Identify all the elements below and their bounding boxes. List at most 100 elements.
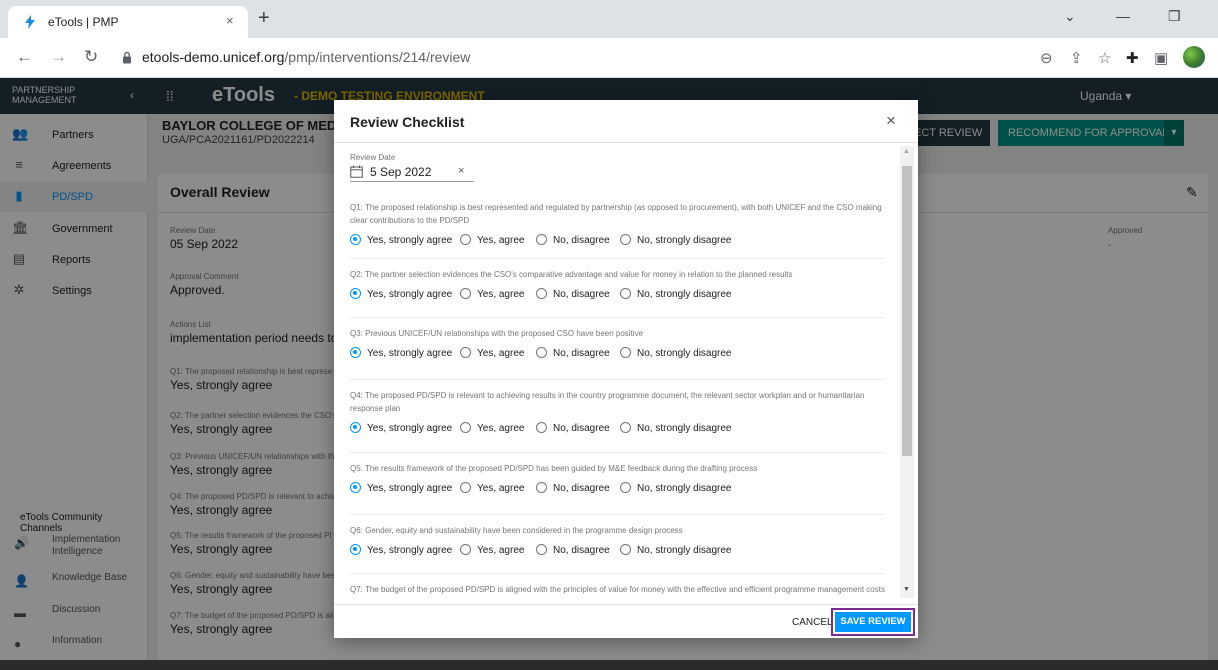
profile-avatar[interactable] (1183, 46, 1205, 68)
radio-option[interactable]: Yes, strongly agree (350, 288, 452, 302)
radio-button[interactable] (620, 288, 631, 299)
radio-label: Yes, strongly agree (367, 348, 453, 359)
radio-button[interactable] (350, 288, 361, 299)
new-tab-button[interactable]: + (258, 7, 270, 30)
radio-button[interactable] (460, 482, 471, 493)
radio-button[interactable] (460, 347, 471, 358)
clear-date-icon[interactable]: × (458, 165, 464, 177)
dialog-scrollbar[interactable]: ▲ ▼ (900, 146, 914, 598)
divider (334, 604, 918, 605)
radio-label: Yes, strongly agree (367, 483, 453, 494)
radio-option[interactable]: Yes, strongly agree (350, 482, 452, 496)
url-field[interactable]: etools-demo.unicef.org/pmp/interventions… (142, 49, 470, 65)
save-review-button[interactable]: SAVE REVIEW (831, 608, 915, 636)
radio-option[interactable]: Yes, agree (460, 288, 524, 302)
radio-option[interactable]: No, strongly disagree (620, 234, 732, 248)
radio-option[interactable]: Yes, agree (460, 234, 524, 248)
forward-icon[interactable]: → (50, 47, 67, 67)
radio-label: No, strongly disagree (637, 545, 732, 556)
tab-search-icon[interactable]: ⌄ (1064, 8, 1076, 25)
radio-button[interactable] (536, 288, 547, 299)
zoom-icon[interactable]: ⊖ (1040, 49, 1053, 67)
radio-button[interactable] (620, 234, 631, 245)
radio-option[interactable]: No, strongly disagree (620, 288, 732, 302)
radio-label: Yes, agree (477, 235, 525, 246)
review-date-label: Review Date (350, 153, 396, 162)
radio-label: Yes, strongly agree (367, 545, 453, 556)
review-date-value: 5 Sep 2022 (370, 165, 432, 179)
radio-button[interactable] (536, 422, 547, 433)
radio-option[interactable]: No, strongly disagree (620, 482, 732, 496)
radio-button[interactable] (350, 482, 361, 493)
checklist-question: Q2: The partner selection evidences the … (350, 268, 886, 304)
radio-label: No, strongly disagree (637, 423, 732, 434)
radio-button[interactable] (620, 544, 631, 555)
minimize-icon[interactable]: — (1116, 8, 1130, 24)
radio-button[interactable] (350, 544, 361, 555)
radio-button[interactable] (536, 482, 547, 493)
radio-option[interactable]: Yes, strongly agree (350, 422, 452, 436)
etools-favicon-icon (25, 15, 35, 29)
radio-button[interactable] (350, 234, 361, 245)
checklist-question: Q1: The proposed relationship is best re… (350, 201, 886, 250)
radio-option[interactable]: No, disagree (536, 288, 610, 302)
radio-button[interactable] (620, 482, 631, 493)
radio-button[interactable] (350, 422, 361, 433)
radio-option[interactable]: No, disagree (536, 234, 610, 248)
radio-button[interactable] (620, 347, 631, 358)
radio-button[interactable] (536, 544, 547, 555)
question-divider (350, 452, 884, 453)
question-text: Q6: Gender, equity and sustainability ha… (350, 526, 683, 535)
radio-option[interactable]: No, strongly disagree (620, 544, 732, 558)
radio-option[interactable]: Yes, agree (460, 422, 524, 436)
reload-icon[interactable]: ↻ (84, 47, 98, 67)
question-divider (350, 317, 884, 318)
radio-option[interactable]: Yes, agree (460, 544, 524, 558)
radio-button[interactable] (460, 288, 471, 299)
radio-label: No, strongly disagree (637, 289, 732, 300)
close-icon[interactable]: × (886, 111, 896, 131)
restore-icon[interactable]: ❐ (1168, 8, 1181, 25)
radio-option[interactable]: Yes, agree (460, 347, 524, 361)
scrollbar-thumb[interactable] (902, 166, 912, 456)
radio-group: Yes, strongly agree Yes, agree No, disagre… (350, 288, 886, 304)
radio-button[interactable] (620, 422, 631, 433)
side-panel-icon[interactable]: ▣ (1154, 49, 1168, 67)
radio-option[interactable]: No, disagree (536, 347, 610, 361)
review-checklist-dialog: Review Checklist × Review Date 5 Sep 202… (334, 100, 918, 638)
radio-option[interactable]: Yes, strongly agree (350, 234, 452, 248)
question-text: Q4: The proposed PD/SPD is relevant to a… (350, 391, 865, 413)
radio-option[interactable]: No, disagree (536, 544, 610, 558)
radio-option[interactable]: No, strongly disagree (620, 422, 732, 436)
bookmark-star-icon[interactable]: ☆ (1098, 49, 1111, 67)
radio-option[interactable]: No, disagree (536, 482, 610, 496)
radio-button[interactable] (460, 234, 471, 245)
share-icon[interactable]: ⇪ (1070, 49, 1083, 67)
radio-button[interactable] (536, 347, 547, 358)
review-date-field[interactable]: 5 Sep 2022 × (350, 164, 474, 182)
scroll-down-icon[interactable]: ▼ (903, 586, 910, 593)
radio-button[interactable] (536, 234, 547, 245)
scroll-up-icon[interactable]: ▲ (903, 148, 910, 155)
radio-option[interactable]: No, strongly disagree (620, 347, 732, 361)
radio-button[interactable] (350, 347, 361, 358)
radio-label: Yes, agree (477, 545, 525, 556)
radio-option[interactable]: Yes, strongly agree (350, 544, 452, 558)
lock-icon[interactable] (122, 51, 132, 64)
radio-button[interactable] (460, 422, 471, 433)
radio-option[interactable]: Yes, strongly agree (350, 347, 452, 361)
radio-button[interactable] (460, 544, 471, 555)
question-divider (350, 379, 884, 380)
calendar-icon[interactable] (350, 165, 363, 178)
radio-group: Yes, strongly agree Yes, agree No, disagre… (350, 482, 886, 498)
browser-tab[interactable]: eTools | PMP × (8, 6, 248, 38)
question-text: Q2: The partner selection evidences the … (350, 270, 793, 279)
back-icon[interactable]: ← (16, 47, 33, 67)
cancel-button[interactable]: CANCEL (792, 617, 833, 628)
tab-close-icon[interactable]: × (226, 13, 234, 28)
radio-option[interactable]: No, disagree (536, 422, 610, 436)
extensions-icon[interactable]: ✚ (1126, 49, 1139, 67)
radio-label: Yes, agree (477, 289, 525, 300)
radio-option[interactable]: Yes, agree (460, 482, 524, 496)
url-host: etools-demo.unicef.org (142, 49, 285, 65)
